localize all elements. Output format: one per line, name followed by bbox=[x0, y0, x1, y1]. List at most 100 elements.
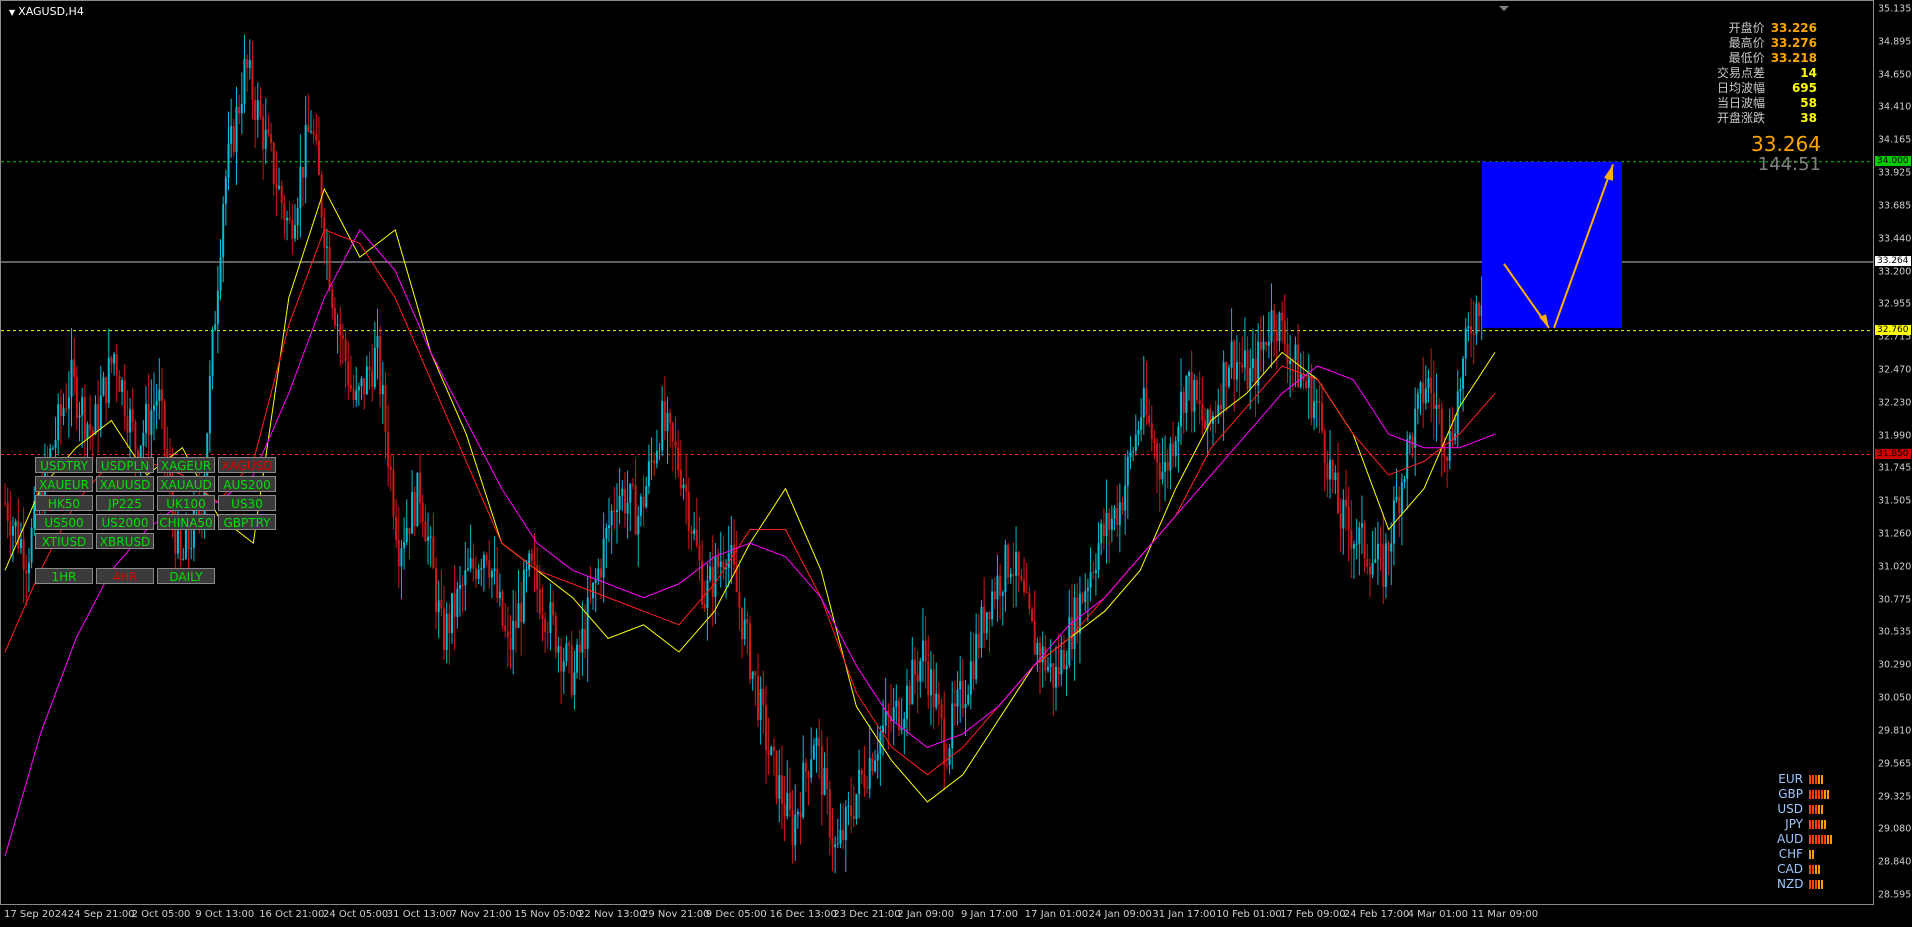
candle-body bbox=[1305, 380, 1308, 388]
time-axis[interactable]: 17 Sep 2024 24 Sep 21:00 2 Oct 05:00 9 Oct … bbox=[0, 905, 1874, 927]
time-tick: 9 Oct 13:00 bbox=[195, 909, 255, 920]
candle-body bbox=[655, 450, 658, 464]
candle-body bbox=[325, 246, 328, 248]
symbol-button-xageur[interactable]: XAGEUR bbox=[157, 457, 215, 473]
candle-body bbox=[679, 469, 682, 489]
candle-body bbox=[214, 324, 217, 331]
symbol-button-aus200[interactable]: AUS200 bbox=[218, 476, 276, 492]
symbol-button-hk50[interactable]: HK50 bbox=[35, 495, 93, 511]
symbol-button-xauusd[interactable]: XAUUSD bbox=[96, 476, 154, 492]
time-tick: 11 Mar 09:00 bbox=[1471, 909, 1539, 920]
strength-bar bbox=[1827, 790, 1829, 799]
symbol-button-us2000[interactable]: US2000 bbox=[96, 514, 154, 530]
candle-body bbox=[30, 527, 33, 563]
candle-body bbox=[818, 737, 821, 747]
candle-body bbox=[544, 618, 547, 632]
candle-body bbox=[6, 502, 9, 522]
candle-body bbox=[1323, 431, 1326, 464]
timeframe-button-4hr[interactable]: 4HR bbox=[96, 568, 154, 584]
strength-bar bbox=[1812, 805, 1814, 814]
candle-body bbox=[631, 483, 634, 486]
candle-body bbox=[1044, 646, 1047, 671]
time-tick: 31 Oct 13:00 bbox=[386, 909, 452, 920]
strength-bar bbox=[1818, 865, 1820, 874]
price-tick: 34.410 bbox=[1878, 101, 1912, 113]
price-axis[interactable]: 35.135 34.895 34.650 34.410 34.165 33.925 33.6… bbox=[1874, 0, 1912, 905]
candle-body bbox=[262, 116, 265, 149]
candle-body bbox=[480, 568, 483, 570]
candle-body bbox=[1411, 435, 1414, 448]
symbol-button-xtiusd[interactable]: XTIUSD bbox=[35, 533, 93, 549]
candle-body bbox=[775, 750, 778, 799]
symbol-button-us30[interactable]: US30 bbox=[218, 495, 276, 511]
candle-body bbox=[19, 539, 22, 548]
candle-body bbox=[573, 672, 576, 695]
candle-body bbox=[1054, 666, 1057, 688]
symbol-button-china50[interactable]: CHINA50 bbox=[157, 514, 215, 530]
strength-bars bbox=[1809, 850, 1814, 859]
symbol-button-us500[interactable]: US500 bbox=[35, 514, 93, 530]
candle-body bbox=[1432, 393, 1435, 409]
chart-menu-icon[interactable]: ▼ bbox=[9, 8, 15, 17]
price-tick: 31.745 bbox=[1878, 462, 1912, 474]
candle-body bbox=[1318, 401, 1321, 404]
candle-body bbox=[927, 661, 930, 696]
candle-body bbox=[466, 568, 469, 571]
candle-body bbox=[1025, 592, 1028, 594]
chart-area[interactable]: ▼ XAGUSD,H4 开盘价 33.226 最高价 33.276 最低价 33.218 交易… bbox=[0, 0, 1874, 905]
candle-body bbox=[498, 591, 501, 598]
timeframe-button-daily[interactable]: DAILY bbox=[157, 568, 215, 584]
candle-body bbox=[17, 521, 20, 548]
info-row: 日均波幅 695 bbox=[1717, 81, 1817, 96]
candle-body bbox=[1180, 391, 1183, 427]
time-tick: 16 Oct 21:00 bbox=[259, 909, 325, 920]
strength-bar bbox=[1809, 790, 1811, 799]
candle-body bbox=[307, 124, 310, 132]
strength-bar bbox=[1818, 835, 1820, 844]
candle-body bbox=[51, 448, 54, 450]
strength-bar bbox=[1818, 820, 1820, 829]
symbol-button-usdtry[interactable]: USDTRY bbox=[35, 457, 93, 473]
strength-bar bbox=[1815, 820, 1817, 829]
symbol-button-xagusd[interactable]: XAGUSD bbox=[218, 457, 276, 473]
candle-body bbox=[600, 568, 602, 578]
candle-body bbox=[924, 640, 927, 662]
symbol-button-xbrusd[interactable]: XBRUSD bbox=[96, 533, 154, 549]
candle-body bbox=[512, 620, 515, 650]
candle-body bbox=[27, 562, 30, 574]
candle-body bbox=[107, 357, 110, 404]
price-tick: 32.230 bbox=[1878, 397, 1912, 409]
candle-body bbox=[1100, 523, 1103, 544]
candle-body bbox=[663, 401, 666, 431]
strength-bar bbox=[1815, 835, 1817, 844]
candle-body bbox=[1326, 463, 1329, 480]
candle-body bbox=[719, 561, 722, 567]
candle-body bbox=[99, 395, 102, 430]
timeframe-button-1hr[interactable]: 1HR bbox=[35, 568, 93, 584]
info-label: 当日波幅 bbox=[1716, 96, 1765, 110]
candle-body bbox=[884, 710, 887, 726]
candle-body bbox=[1004, 545, 1007, 593]
candle-body bbox=[147, 404, 150, 435]
symbol-button-gbptry[interactable]: GBPTRY bbox=[218, 514, 276, 530]
candle-body bbox=[1102, 523, 1105, 537]
candle-body bbox=[485, 554, 488, 561]
candle-body bbox=[365, 366, 368, 395]
price-tick: 29.080 bbox=[1878, 823, 1912, 835]
candle-body bbox=[1360, 523, 1363, 528]
strength-bar bbox=[1815, 790, 1817, 799]
symbol-button-usdpln[interactable]: USDPLN bbox=[96, 457, 154, 473]
candle-body bbox=[339, 324, 342, 336]
symbol-button-xauaud[interactable]: XAUAUD bbox=[157, 476, 215, 492]
candle-body bbox=[929, 669, 932, 696]
time-tick: 17 Jan 01:00 bbox=[1024, 909, 1089, 920]
candle-body bbox=[1246, 350, 1249, 390]
candle-body bbox=[658, 450, 661, 452]
candle-body bbox=[1422, 382, 1425, 404]
symbol-button-uk100[interactable]: UK100 bbox=[157, 495, 215, 511]
candle-body bbox=[1294, 344, 1297, 361]
candle-body bbox=[86, 424, 89, 439]
candle-body bbox=[804, 762, 807, 773]
symbol-button-jp225[interactable]: JP225 bbox=[96, 495, 154, 511]
symbol-button-xaueur[interactable]: XAUEUR bbox=[35, 476, 93, 492]
